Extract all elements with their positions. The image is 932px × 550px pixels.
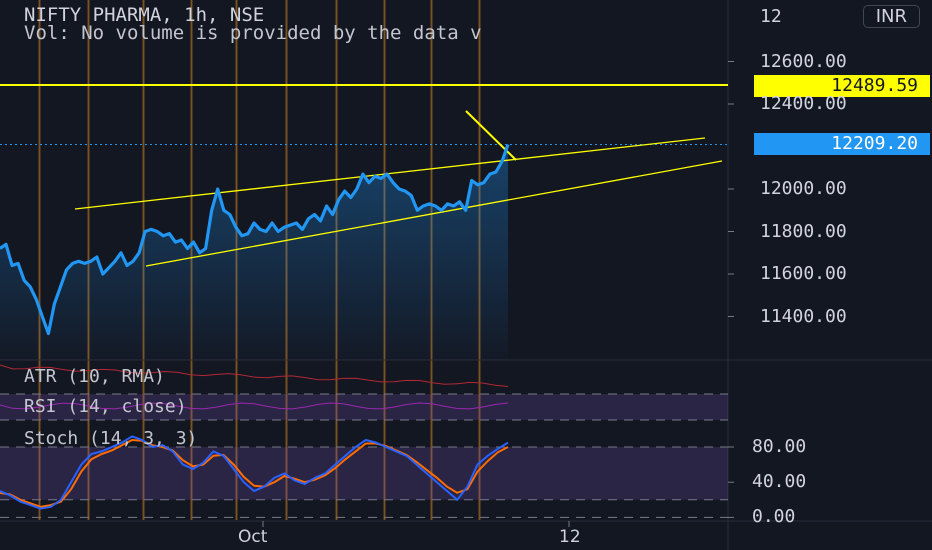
price-axis-tick-0: 12600.00 (760, 50, 847, 72)
price-axis-tick-top: 12 (760, 6, 782, 27)
stoch-axis-tick-2: 0.00 (752, 506, 796, 528)
x-axis-label-12: 12 (559, 527, 581, 547)
stoch-band (0, 447, 728, 500)
x-axis-label-oct: Oct (238, 527, 268, 547)
atr-indicator-label[interactable]: ATR (10, RMA) (24, 366, 165, 387)
price-axis-tick-5: 11400.00 (760, 305, 847, 327)
rsi-indicator-label[interactable]: RSI (14, close) (24, 396, 187, 417)
stoch-indicator-label[interactable]: Stoch (14, 3, 3) (24, 428, 197, 449)
price-axis-tick-4: 11600.00 (760, 263, 847, 284)
volume-note: Vol: No volume is provided by the data v (24, 22, 482, 44)
stoch-axis-tick-0: 80.00 (752, 436, 807, 457)
price-axis-tick-3: 11800.00 (760, 220, 847, 242)
price-axis-tick-1: 12400.00 (760, 93, 847, 114)
stoch-axis-tick-1: 40.00 (752, 471, 807, 493)
currency-button[interactable]: INR (862, 5, 920, 28)
price-axis-tick-2: 12000.00 (760, 178, 847, 199)
last-price-tag: 12209.20 (754, 133, 930, 155)
